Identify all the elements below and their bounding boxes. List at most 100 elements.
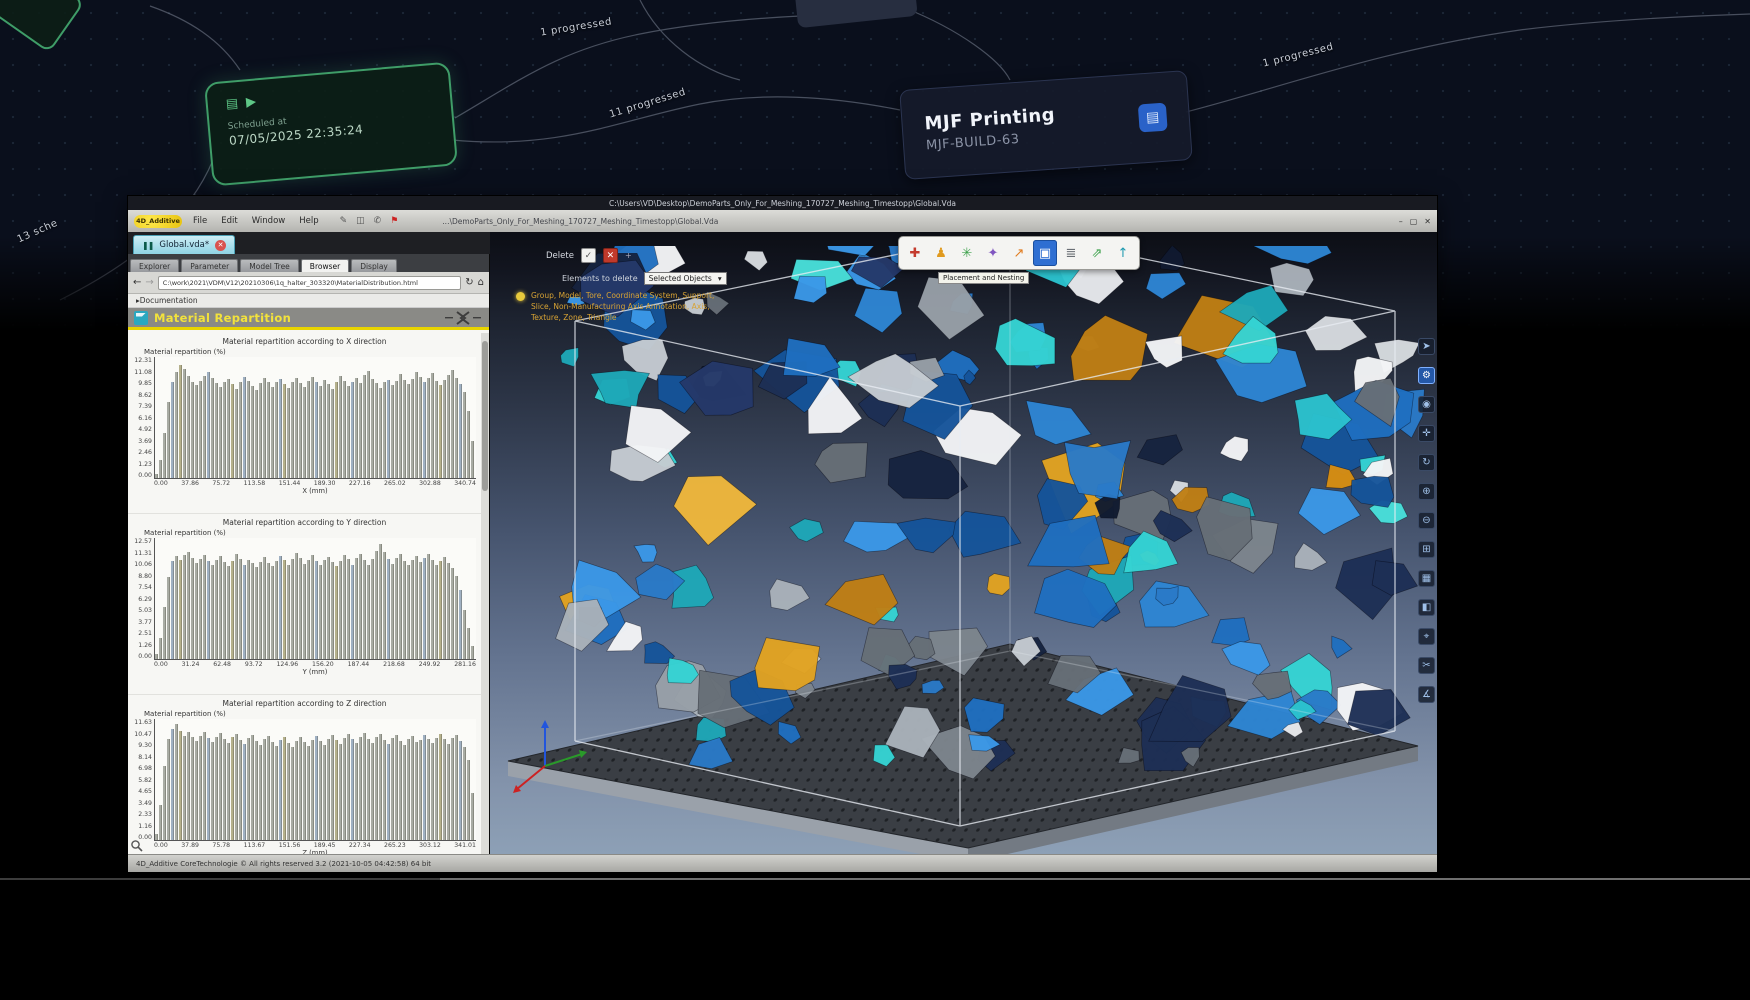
histogram-bar bbox=[387, 380, 390, 478]
refresh-icon[interactable]: ↻ bbox=[465, 277, 473, 288]
x-tick: 302.88 bbox=[419, 480, 441, 487]
histogram-bar bbox=[407, 739, 410, 840]
back-icon[interactable]: ← bbox=[133, 277, 141, 288]
view-section-view-button[interactable]: ◧ bbox=[1418, 599, 1435, 616]
histogram-bar bbox=[359, 737, 362, 840]
toolbar-nesting-star-button[interactable]: ✦ bbox=[981, 240, 1005, 266]
histogram-bar bbox=[179, 560, 182, 659]
viewport-3d[interactable]: Delete ✓ ✕ + Elements to delete Selected… bbox=[490, 232, 1437, 854]
cancel-delete-button[interactable]: ✕ bbox=[603, 248, 618, 263]
histogram-bar bbox=[287, 565, 290, 659]
y-tick: 11.63 bbox=[130, 719, 152, 726]
tab-model-tree[interactable]: Model Tree bbox=[240, 259, 299, 272]
histogram-bar bbox=[443, 557, 446, 659]
tab-display[interactable]: Display bbox=[351, 259, 397, 272]
forward-icon[interactable]: → bbox=[145, 277, 153, 288]
toolbar-export-button[interactable]: ⇗ bbox=[1085, 240, 1109, 266]
histogram-bar bbox=[471, 793, 474, 840]
histogram-bar bbox=[231, 561, 234, 659]
y-axis-ticks: 12.5711.3110.068.807.546.295.033.772.511… bbox=[130, 538, 154, 660]
home-icon[interactable]: ⌂ bbox=[478, 277, 484, 288]
node-card-scheduled[interactable]: ▤ ▶ Scheduled at 07/05/2025 22:35:24 bbox=[204, 61, 458, 186]
histogram-bar bbox=[267, 736, 270, 840]
histogram-bar bbox=[251, 563, 254, 659]
chart-y-mm-: Material repartition according to Y dire… bbox=[128, 514, 481, 695]
tab-browser[interactable]: Browser bbox=[301, 259, 349, 272]
histogram-bar bbox=[323, 380, 326, 478]
view-zoom-out-button[interactable]: ⊖ bbox=[1418, 512, 1435, 529]
magnifier-icon[interactable] bbox=[130, 839, 143, 852]
scroll-thumb[interactable] bbox=[482, 341, 488, 491]
view-pick-point-button[interactable]: ◉ bbox=[1418, 396, 1435, 413]
histogram-bar bbox=[347, 734, 350, 840]
view-grid-view-button[interactable]: ▦ bbox=[1418, 570, 1435, 587]
tab-explorer[interactable]: Explorer bbox=[130, 259, 179, 272]
y-tick: 3.77 bbox=[130, 619, 152, 626]
y-tick: 8.80 bbox=[130, 573, 152, 580]
view-move-button[interactable]: ✛ bbox=[1418, 425, 1435, 442]
documentation-link[interactable]: Documentation bbox=[140, 296, 198, 305]
close-icon[interactable]: ✕ bbox=[215, 240, 226, 251]
histogram-bar bbox=[215, 560, 218, 659]
histogram-bar bbox=[263, 378, 266, 478]
elements-dropdown[interactable]: Selected Objects ▾ bbox=[644, 272, 727, 285]
x-axis-ticks: 0.0037.8675.72113.58151.44189.30227.1626… bbox=[154, 480, 476, 487]
x-axis-ticks: 0.0031.2462.4893.72124.96156.20187.44218… bbox=[154, 661, 476, 668]
histogram-bar bbox=[159, 638, 162, 659]
menu-item-edit[interactable]: Edit bbox=[214, 216, 244, 226]
screen-icon[interactable]: ◫ bbox=[356, 216, 365, 226]
view-measure-angle-button[interactable]: ∡ bbox=[1418, 686, 1435, 703]
view-select-button[interactable]: ➤ bbox=[1418, 338, 1435, 355]
view-cut-button[interactable]: ✂ bbox=[1418, 657, 1435, 674]
toolbar-orientation-button[interactable]: ♟ bbox=[929, 240, 953, 266]
histogram-bar bbox=[379, 544, 382, 659]
x-tick: 151.44 bbox=[279, 480, 301, 487]
close-button[interactable]: ✕ bbox=[1424, 217, 1431, 226]
view-rotate-button[interactable]: ↻ bbox=[1418, 454, 1435, 471]
menu-item-help[interactable]: Help bbox=[292, 216, 325, 226]
maximize-button[interactable]: ▢ bbox=[1410, 217, 1418, 226]
menu-item-file[interactable]: File bbox=[186, 216, 214, 226]
record-flag-icon[interactable]: ⚑ bbox=[390, 216, 398, 226]
histogram-bar bbox=[403, 561, 406, 659]
toolbar-repair-button[interactable]: ✚ bbox=[903, 240, 927, 266]
histogram-bar bbox=[187, 732, 190, 840]
phone-icon[interactable]: ✆ bbox=[374, 216, 382, 226]
histogram-bar bbox=[219, 556, 222, 659]
address-input[interactable] bbox=[158, 276, 461, 290]
expand-options-icon[interactable]: + bbox=[625, 251, 632, 260]
histogram-bar bbox=[315, 561, 318, 659]
pencil-icon[interactable]: ✎ bbox=[340, 216, 348, 226]
histogram-bar bbox=[295, 378, 298, 478]
tab-parameter[interactable]: Parameter bbox=[181, 259, 238, 272]
view-target-button[interactable]: ⌖ bbox=[1418, 628, 1435, 645]
toolbar-placement-nesting-button[interactable]: ▣ bbox=[1033, 240, 1057, 266]
view-settings-button[interactable]: ⚙ bbox=[1418, 367, 1435, 384]
toolbar-support-button[interactable]: ✳ bbox=[955, 240, 979, 266]
histogram-bar bbox=[175, 372, 178, 478]
toolbar-analysis-button[interactable]: ↗ bbox=[1007, 240, 1031, 266]
histogram-bar bbox=[367, 371, 370, 478]
view-fit-view-button[interactable]: ⊞ bbox=[1418, 541, 1435, 558]
file-tab-global[interactable]: ❚❚ Global.vda* ✕ bbox=[133, 235, 235, 254]
histogram-bar bbox=[351, 565, 354, 660]
histogram-bar bbox=[339, 376, 342, 478]
histogram-bar bbox=[447, 744, 450, 840]
histogram-bar bbox=[467, 760, 470, 840]
histogram-bar bbox=[299, 558, 302, 659]
chart-plot bbox=[154, 719, 476, 841]
histogram-bar bbox=[455, 576, 458, 659]
toolbar-send-to-printer-button[interactable]: ↑ bbox=[1111, 240, 1135, 266]
histogram-bar bbox=[283, 560, 286, 659]
minimize-button[interactable]: – bbox=[1399, 217, 1403, 226]
report-scrollbar[interactable] bbox=[481, 333, 489, 854]
histogram-bar bbox=[295, 553, 298, 659]
menu-item-window[interactable]: Window bbox=[245, 216, 293, 226]
histogram-bar bbox=[375, 737, 378, 840]
confirm-delete-button[interactable]: ✓ bbox=[581, 248, 596, 263]
chart-plot bbox=[154, 538, 476, 660]
view-zoom-in-button[interactable]: ⊕ bbox=[1418, 483, 1435, 500]
toolbar-numbering-button[interactable]: ≣ bbox=[1059, 240, 1083, 266]
histogram-bar bbox=[259, 383, 262, 478]
video-progress-fill[interactable] bbox=[440, 878, 1750, 880]
